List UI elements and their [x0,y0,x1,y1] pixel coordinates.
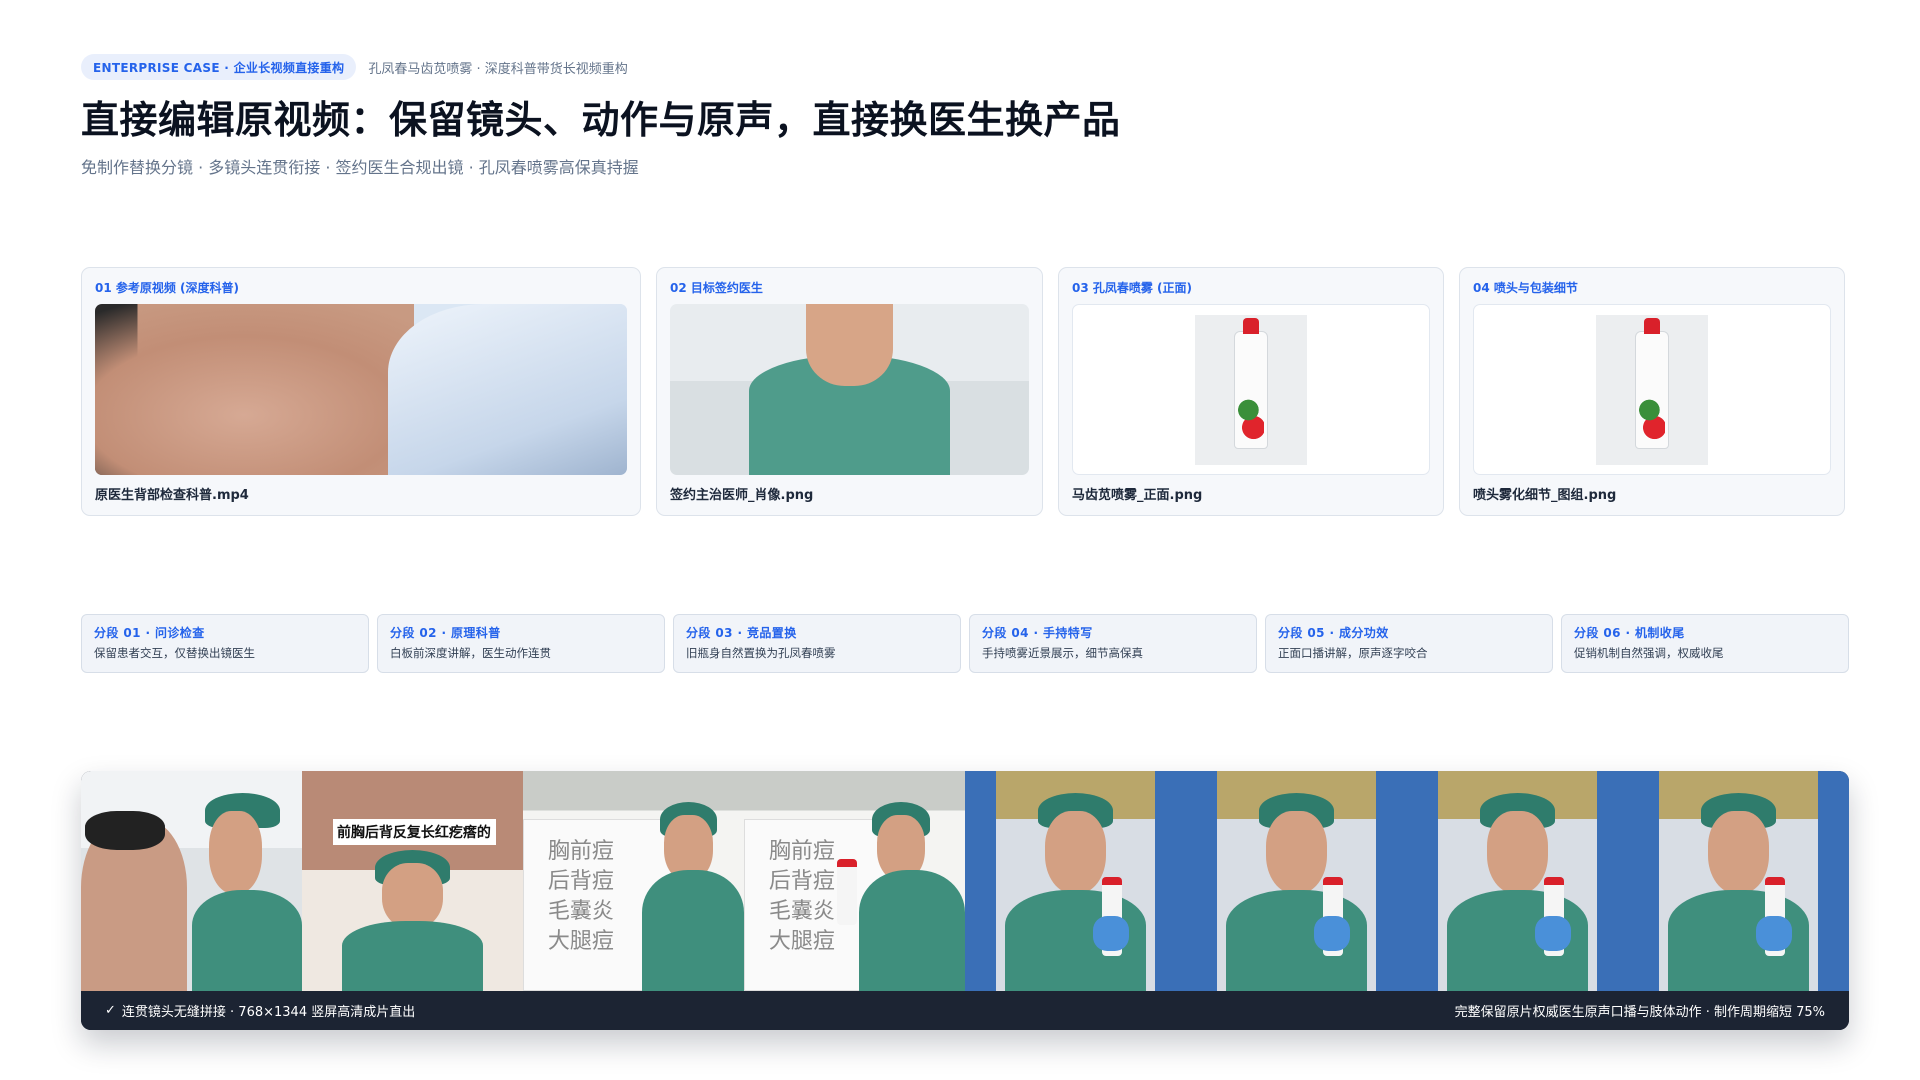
strip-left-caption: ✓ 连贯镜头无缝拼接 · 768×1344 竖屏高清成片直出 [105,1001,415,1020]
doctor-portrait-thumbnail [670,304,1029,475]
doctor-torso [191,889,302,991]
doctor-head [381,863,444,930]
strip-right-text: 完整保留原片权威医生原声口播与肢体动作 · 制作周期缩短 75% [1454,1005,1825,1020]
segment-05[interactable]: 分段 05 · 成分功效 正面口播讲解，原声逐字咬合 [1265,614,1553,673]
blue-glove [1535,916,1571,952]
strip-frame-1[interactable] [81,771,302,991]
segment-title: 分段 06 · 机制收尾 [1574,626,1685,640]
spray-bottle-image [1596,314,1708,465]
segment-title: 分段 01 · 问诊检查 [94,626,205,640]
segment-title: 分段 02 · 原理科普 [390,626,501,640]
page-subtitle: 免制作替换分镜 · 多镜头连贯衔接 · 签约医生合规出镜 · 孔凤春喷雾高保真持… [81,158,639,177]
doctor-head [1044,810,1107,895]
reference-video-thumbnail [95,304,627,475]
segment-03[interactable]: 分段 03 · 竞品置换 旧瓶身自然置换为孔凤春喷雾 [673,614,961,673]
strip-left-text: 连贯镜头无缝拼接 · 768×1344 竖屏高清成片直出 [121,1005,416,1020]
spray-bottle-image [1195,314,1307,465]
doctor-torso [341,920,484,991]
output-film-strip: 前胸后背反复长红疙瘩的 胸前痘 后背痘 毛囊炎 大腿痘 胸前痘 后背痘 毛囊炎 … [81,771,1849,1030]
segment-04[interactable]: 分段 04 · 手持特写 手持喷雾近景展示，细节高保真 [969,614,1257,673]
page-header: ENTERPRISE CASE · 企业长视频直接重构 孔凤春马齿苋喷雾 · 深… [81,54,1841,178]
strip-frame-6[interactable] [1186,771,1407,991]
segment-02[interactable]: 分段 02 · 原理科普 白板前深度讲解，医生动作连贯 [377,614,665,673]
asset-filename: 原医生背部检查科普.mp4 [95,488,249,503]
spray-bottle [836,859,857,925]
doctor-head [1265,810,1328,895]
header-meta: ENTERPRISE CASE · 企业长视频直接重构 孔凤春马齿苋喷雾 · 深… [81,54,1841,80]
segment-title: 分段 04 · 手持特写 [982,626,1093,640]
segment-description: 正面口播讲解，原声逐字咬合 [1278,646,1428,660]
blue-glove [1093,916,1129,952]
doctor-head [209,810,263,895]
asset-label: 04 喷头与包装细节 [1473,281,1578,295]
strip-frame-8[interactable] [1628,771,1849,991]
segment-title: 分段 03 · 竞品置换 [686,626,797,640]
blue-glove [1756,916,1792,952]
nozzle-detail-thumbnail [1473,304,1831,475]
segment-description: 保留患者交互，仅替换出镜医生 [94,646,255,660]
strip-frame-7[interactable] [1407,771,1628,991]
strip-frame-5[interactable] [965,771,1186,991]
asset-filename: 马齿苋喷雾_正面.png [1072,488,1203,503]
asset-cards: 01 参考原视频 (深度科普) 原医生背部检查科普.mp4 02 目标签约医生 … [81,267,1849,516]
segment-06[interactable]: 分段 06 · 机制收尾 促销机制自然强调，权威收尾 [1561,614,1849,673]
asset-card-reference-video[interactable]: 01 参考原视频 (深度科普) 原医生背部检查科普.mp4 [81,267,641,516]
segment-description: 旧瓶身自然置换为孔凤春喷雾 [686,646,836,660]
asset-filename: 喷头雾化细节_图组.png [1473,488,1617,503]
strip-caption-bar: ✓ 连贯镜头无缝拼接 · 768×1344 竖屏高清成片直出 完整保留原片权威医… [81,991,1849,1030]
enterprise-case-badge: ENTERPRISE CASE · 企业长视频直接重构 [81,54,357,80]
strip-frame-3[interactable] [523,771,744,991]
asset-label: 03 孔凤春喷雾 (正面) [1072,281,1193,295]
segment-list: 分段 01 · 问诊检查 保留患者交互，仅替换出镜医生 分段 02 · 原理科普… [81,614,1849,673]
check-icon: ✓ [105,1003,116,1018]
segment-description: 促销机制自然强调，权威收尾 [1574,646,1724,660]
segment-title: 分段 05 · 成分功效 [1278,626,1389,640]
product-front-thumbnail [1072,304,1430,475]
doctor-head [1707,810,1770,895]
case-meta-text: 孔凤春马齿苋喷雾 · 深度科普带货长视频重构 [368,61,628,77]
blue-glove [1314,916,1350,952]
asset-card-target-doctor[interactable]: 02 目标签约医生 签约主治医师_肖像.png [656,267,1043,516]
asset-filename: 签约主治医师_肖像.png [670,488,814,503]
doctor-torso [858,870,965,991]
strip-frame-4[interactable] [744,771,965,991]
strip-frame-2[interactable]: 前胸后背反复长红疙瘩的 [302,771,523,991]
strip-frames: 前胸后背反复长红疙瘩的 [81,771,1849,991]
asset-card-product-front[interactable]: 03 孔凤春喷雾 (正面) 马齿苋喷雾_正面.png [1058,267,1444,516]
segment-description: 白板前深度讲解，医生动作连贯 [390,646,551,660]
page-title: 直接编辑原视频：保留镜头、动作与原声，直接换医生换产品 [81,98,1121,142]
frame-caption: 前胸后背反复长红疙瘩的 [332,819,497,846]
segment-description: 手持喷雾近景展示，细节高保真 [982,646,1143,660]
segment-01[interactable]: 分段 01 · 问诊检查 保留患者交互，仅替换出镜医生 [81,614,369,673]
asset-label: 02 目标签约医生 [670,281,763,295]
asset-label: 01 参考原视频 (深度科普) [95,281,240,295]
doctor-head [1486,810,1549,895]
doctor-torso [642,870,744,991]
asset-card-nozzle-detail[interactable]: 04 喷头与包装细节 喷头雾化细节_图组.png [1459,267,1845,516]
